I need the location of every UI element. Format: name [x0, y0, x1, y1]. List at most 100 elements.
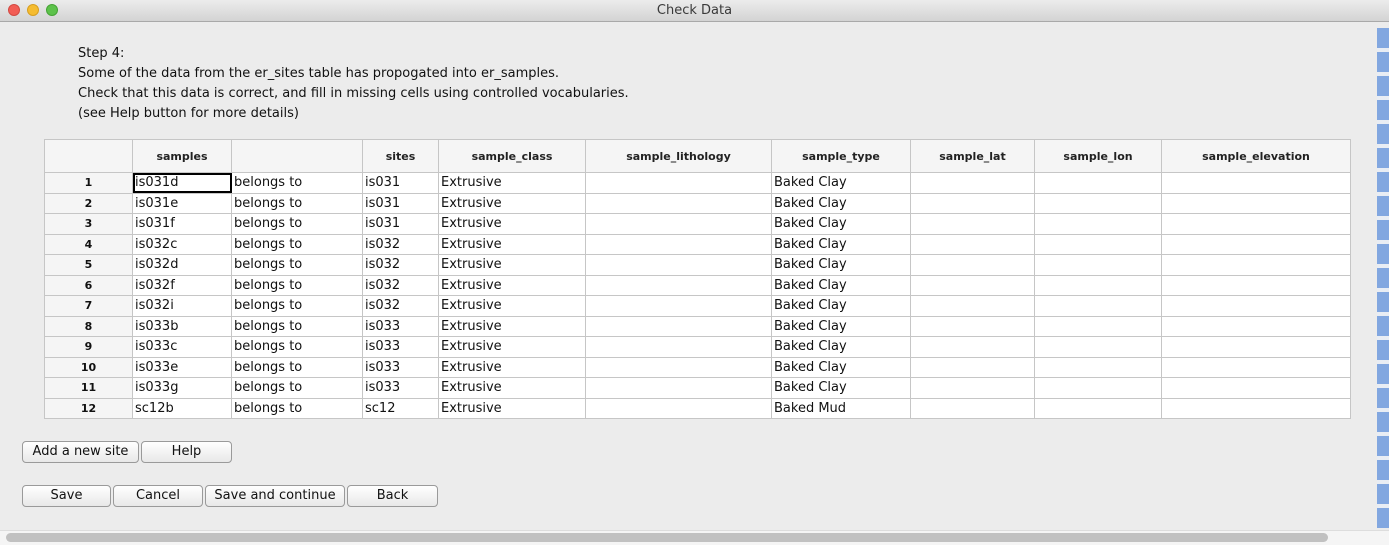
- grid-cell[interactable]: is033: [362, 336, 439, 358]
- column-header[interactable]: sample_lat: [910, 139, 1035, 173]
- grid-cell[interactable]: [910, 213, 1035, 235]
- grid-cell[interactable]: Baked Clay: [771, 254, 911, 276]
- row-number[interactable]: 4: [44, 233, 133, 255]
- grid-cell[interactable]: is033g: [132, 377, 232, 399]
- column-header[interactable]: sample_lithology: [585, 139, 772, 173]
- column-header[interactable]: sites: [362, 139, 439, 173]
- grid-cell[interactable]: Baked Clay: [771, 295, 911, 317]
- grid-cell[interactable]: Baked Clay: [771, 336, 911, 358]
- horizontal-scrollbar[interactable]: [0, 530, 1389, 545]
- grid-cell[interactable]: Extrusive: [438, 254, 586, 276]
- row-number[interactable]: 2: [44, 192, 133, 214]
- row-number[interactable]: 3: [44, 213, 133, 235]
- grid-cell[interactable]: Extrusive: [438, 397, 586, 419]
- column-header[interactable]: [231, 139, 363, 173]
- grid-cell[interactable]: [1161, 213, 1351, 235]
- row-number[interactable]: 12: [44, 397, 133, 419]
- grid-cell[interactable]: Baked Clay: [771, 315, 911, 337]
- grid-cell[interactable]: [1034, 254, 1162, 276]
- grid-cell[interactable]: [585, 397, 772, 419]
- grid-cell[interactable]: Extrusive: [438, 377, 586, 399]
- grid-cell[interactable]: belongs to: [231, 315, 363, 337]
- grid-cell[interactable]: [1161, 336, 1351, 358]
- column-header[interactable]: sample_lon: [1034, 139, 1162, 173]
- column-header[interactable]: sample_elevation: [1161, 139, 1351, 173]
- grid-cell[interactable]: Extrusive: [438, 172, 586, 194]
- grid-cell[interactable]: is031: [362, 172, 439, 194]
- grid-cell[interactable]: [910, 274, 1035, 296]
- grid-cell[interactable]: [1034, 397, 1162, 419]
- grid-cell[interactable]: [1161, 192, 1351, 214]
- grid-cell[interactable]: [585, 254, 772, 276]
- grid-cell[interactable]: belongs to: [231, 397, 363, 419]
- grid-cell[interactable]: [1034, 172, 1162, 194]
- grid-cell[interactable]: [910, 295, 1035, 317]
- grid-cell[interactable]: Extrusive: [438, 192, 586, 214]
- grid-cell[interactable]: is032: [362, 295, 439, 317]
- grid-cell[interactable]: is033: [362, 377, 439, 399]
- grid-cell[interactable]: [1034, 336, 1162, 358]
- grid-cell[interactable]: is031: [362, 192, 439, 214]
- grid-cell[interactable]: Extrusive: [438, 274, 586, 296]
- grid-cell[interactable]: [1161, 274, 1351, 296]
- grid-cell[interactable]: [1161, 254, 1351, 276]
- grid-cell[interactable]: [585, 336, 772, 358]
- grid-cell[interactable]: is032i: [132, 295, 232, 317]
- grid-cell[interactable]: Baked Clay: [771, 377, 911, 399]
- grid-cell[interactable]: Extrusive: [438, 336, 586, 358]
- add-new-site-button[interactable]: Add a new site: [22, 441, 139, 463]
- grid-cell[interactable]: [585, 233, 772, 255]
- grid-cell[interactable]: [1161, 315, 1351, 337]
- grid-cell[interactable]: [1034, 377, 1162, 399]
- grid-cell[interactable]: [1161, 172, 1351, 194]
- back-button[interactable]: Back: [347, 485, 438, 507]
- grid-cell[interactable]: belongs to: [231, 295, 363, 317]
- column-header[interactable]: sample_class: [438, 139, 586, 173]
- grid-cell[interactable]: [1161, 397, 1351, 419]
- grid-cell[interactable]: [1034, 356, 1162, 378]
- grid-cell[interactable]: [1161, 233, 1351, 255]
- grid-cell[interactable]: [910, 377, 1035, 399]
- grid-cell[interactable]: Baked Clay: [771, 356, 911, 378]
- grid-cell[interactable]: [1161, 377, 1351, 399]
- grid-cell[interactable]: is033c: [132, 336, 232, 358]
- grid-cell[interactable]: Baked Clay: [771, 274, 911, 296]
- grid-cell[interactable]: [1034, 192, 1162, 214]
- grid-cell[interactable]: belongs to: [231, 192, 363, 214]
- grid-cell[interactable]: is033: [362, 356, 439, 378]
- grid-cell[interactable]: belongs to: [231, 274, 363, 296]
- help-button[interactable]: Help: [141, 441, 232, 463]
- scrollbar-thumb[interactable]: [6, 533, 1328, 542]
- cancel-button[interactable]: Cancel: [113, 485, 203, 507]
- grid-cell[interactable]: Extrusive: [438, 356, 586, 378]
- row-number[interactable]: 10: [44, 356, 133, 378]
- grid-cell[interactable]: is033e: [132, 356, 232, 378]
- column-header[interactable]: sample_type: [771, 139, 911, 173]
- row-number[interactable]: 5: [44, 254, 133, 276]
- grid-cell[interactable]: Extrusive: [438, 233, 586, 255]
- grid-cell[interactable]: [910, 356, 1035, 378]
- grid-cell[interactable]: [1034, 213, 1162, 235]
- grid-cell[interactable]: is032f: [132, 274, 232, 296]
- row-number[interactable]: 1: [44, 172, 133, 194]
- grid-cell[interactable]: belongs to: [231, 336, 363, 358]
- grid-cell[interactable]: [1034, 315, 1162, 337]
- grid-cell[interactable]: Extrusive: [438, 295, 586, 317]
- grid-cell[interactable]: [1161, 295, 1351, 317]
- grid-cell[interactable]: [585, 172, 772, 194]
- grid-cell[interactable]: [910, 254, 1035, 276]
- row-number[interactable]: 8: [44, 315, 133, 337]
- row-number[interactable]: 7: [44, 295, 133, 317]
- grid-cell[interactable]: [1034, 274, 1162, 296]
- grid-cell[interactable]: is031d: [132, 172, 232, 194]
- grid-cell[interactable]: [910, 233, 1035, 255]
- grid-cell[interactable]: is031e: [132, 192, 232, 214]
- grid-cell[interactable]: is033b: [132, 315, 232, 337]
- grid-cell[interactable]: [585, 192, 772, 214]
- column-header[interactable]: [44, 139, 133, 173]
- grid-cell[interactable]: [1034, 295, 1162, 317]
- grid-cell[interactable]: [585, 356, 772, 378]
- grid-cell[interactable]: is032c: [132, 233, 232, 255]
- grid-cell[interactable]: is032: [362, 274, 439, 296]
- grid-cell[interactable]: is032: [362, 254, 439, 276]
